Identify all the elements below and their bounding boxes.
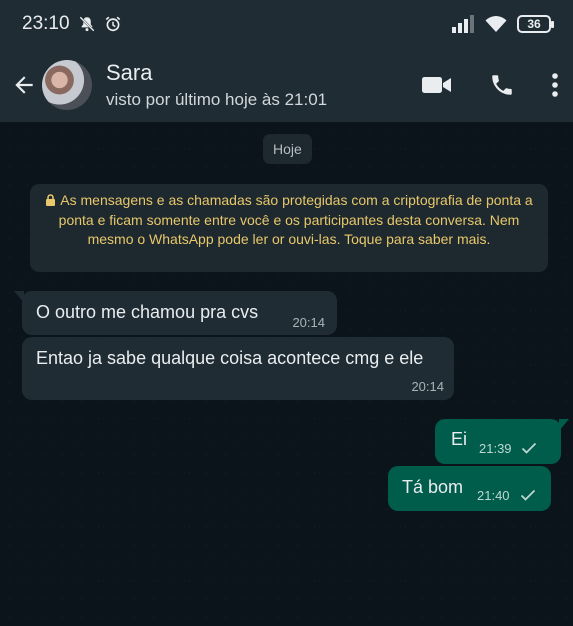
video-call-icon [422, 77, 451, 93]
message-time: 20:14 [292, 315, 325, 330]
contact-info[interactable]: Sara visto por último hoje às 21:01 [106, 60, 327, 110]
mute-notifications-icon [78, 15, 96, 33]
status-right: 36 [451, 15, 554, 33]
date-divider: Hoje [263, 134, 312, 164]
chat-area[interactable]: Hoje As mensagens e as chamadas são prot… [0, 122, 573, 626]
battery-icon: 36 [517, 15, 554, 33]
chat-header: Sara visto por último hoje às 21:01 [0, 48, 573, 122]
message-time: 21:40 [477, 488, 510, 503]
voice-call-icon [492, 75, 512, 95]
signal-icon [451, 15, 475, 33]
bubble-tail [14, 291, 24, 303]
message-text: Ei [451, 429, 468, 449]
message-incoming[interactable]: O outro me chamou pra cvs 20:14 [14, 291, 337, 335]
alarm-icon [104, 15, 122, 33]
message-time: 20:14 [411, 379, 444, 394]
sent-check-icon [520, 489, 536, 501]
sent-check-icon [521, 442, 537, 454]
status-bar: 23:10 36 [0, 0, 573, 48]
lock-icon [45, 192, 56, 211]
status-time: 23:10 [22, 13, 70, 34]
more-options-button[interactable] [551, 72, 559, 98]
message-text: O outro me chamou pra cvs [36, 302, 259, 322]
encryption-notice-text: As mensagens e as chamadas são protegida… [58, 192, 533, 247]
voice-call-button[interactable] [489, 72, 515, 98]
header-actions [421, 72, 559, 98]
contact-name: Sara [106, 60, 153, 85]
battery-level: 36 [527, 17, 541, 31]
back-arrow-icon [15, 76, 33, 94]
message-time: 21:39 [479, 441, 512, 456]
message-outgoing[interactable]: Ei 21:39 [435, 419, 569, 464]
wifi-icon [485, 15, 507, 33]
more-options-icon [552, 73, 558, 97]
message-incoming[interactable]: Entao ja sabe qualque coisa acontece cmg… [22, 337, 454, 400]
bubble-tail [559, 419, 569, 431]
message-outgoing[interactable]: Tá bom 21:40 [388, 466, 551, 511]
message-text: Entao ja sabe qualque coisa acontece cmg… [36, 348, 424, 368]
contact-avatar[interactable] [42, 60, 92, 110]
last-seen-status: visto por último hoje às 21:01 [106, 90, 328, 109]
encryption-notice[interactable]: As mensagens e as chamadas são protegida… [30, 184, 548, 272]
back-button[interactable] [8, 65, 40, 105]
status-left: 23:10 [22, 13, 122, 35]
video-call-button[interactable] [421, 73, 453, 97]
message-text: Tá bom [402, 477, 464, 497]
